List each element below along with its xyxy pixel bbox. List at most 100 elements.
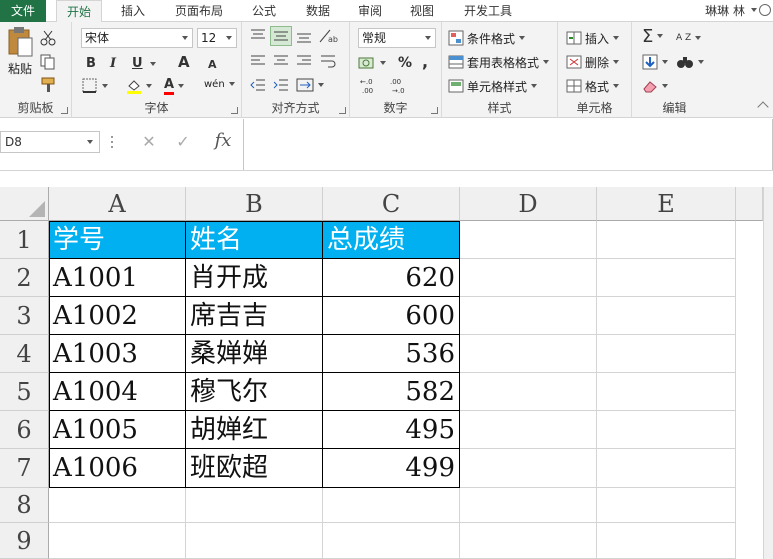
cell-e1[interactable] bbox=[597, 221, 736, 259]
borders-button[interactable] bbox=[82, 76, 108, 96]
accounting-format-button[interactable] bbox=[358, 53, 386, 73]
cell-c1[interactable]: 总成绩 bbox=[323, 221, 460, 259]
feedback-smiley-icon[interactable] bbox=[759, 4, 771, 16]
cell-d9[interactable] bbox=[460, 523, 597, 559]
cell-d2[interactable] bbox=[460, 259, 597, 297]
row-header-8[interactable]: 8 bbox=[0, 488, 49, 523]
cell-e3[interactable] bbox=[597, 297, 736, 335]
font-size-combo[interactable]: 12 bbox=[197, 28, 237, 48]
cell-c3[interactable]: 600 bbox=[323, 297, 460, 335]
cell-b9[interactable] bbox=[186, 523, 323, 559]
cell-e9[interactable] bbox=[597, 523, 736, 559]
cell-e7[interactable] bbox=[597, 449, 736, 488]
column-header-e[interactable]: E bbox=[597, 187, 736, 221]
row-header-2[interactable]: 2 bbox=[0, 259, 49, 297]
row-header-1[interactable]: 1 bbox=[0, 221, 49, 259]
cell-c5[interactable]: 582 bbox=[323, 373, 460, 411]
number-format-combo[interactable]: 常规 bbox=[358, 28, 436, 48]
font-name-combo[interactable]: 宋体 bbox=[81, 28, 193, 48]
column-header-partial[interactable] bbox=[736, 187, 763, 221]
format-as-table-button[interactable]: 套用表格格式 bbox=[448, 52, 550, 72]
underline-caret-icon[interactable] bbox=[150, 62, 156, 66]
tab-data[interactable]: 数据 bbox=[296, 0, 340, 22]
row-header-3[interactable]: 3 bbox=[0, 297, 49, 335]
conditional-formatting-button[interactable]: 条件格式 bbox=[448, 28, 526, 48]
number-launcher-icon[interactable] bbox=[431, 107, 438, 114]
insert-cells-button[interactable]: 插入 bbox=[566, 28, 620, 48]
cell-b8[interactable] bbox=[186, 488, 323, 523]
delete-cells-button[interactable]: 删除 bbox=[566, 52, 620, 72]
decrease-indent-icon[interactable] bbox=[250, 77, 266, 93]
formula-bar-grip-icon[interactable] bbox=[110, 133, 114, 151]
percent-style-button[interactable]: % bbox=[398, 53, 412, 73]
format-painter-button[interactable] bbox=[40, 75, 56, 95]
cell-e5[interactable] bbox=[597, 373, 736, 411]
align-center-icon[interactable] bbox=[273, 53, 289, 69]
cell-a5[interactable]: A1004 bbox=[49, 373, 186, 411]
wrap-text-icon[interactable] bbox=[320, 53, 336, 69]
increase-indent-icon[interactable] bbox=[273, 77, 289, 93]
tab-insert[interactable]: 插入 bbox=[110, 0, 156, 22]
tab-home[interactable]: 开始 bbox=[56, 0, 102, 23]
orientation-icon[interactable]: ab bbox=[318, 28, 340, 44]
cell-e2[interactable] bbox=[597, 259, 736, 297]
user-menu-caret-icon[interactable] bbox=[751, 8, 757, 12]
name-box[interactable]: D8 bbox=[0, 131, 100, 153]
fill-color-button[interactable] bbox=[126, 76, 152, 96]
column-header-d[interactable]: D bbox=[460, 187, 597, 221]
row-header-4[interactable]: 4 bbox=[0, 335, 49, 373]
row-header-7[interactable]: 7 bbox=[0, 449, 49, 488]
cell-a3[interactable]: A1002 bbox=[49, 297, 186, 335]
cell-b1[interactable]: 姓名 bbox=[186, 221, 323, 259]
align-right-icon[interactable] bbox=[296, 53, 312, 69]
paste-button[interactable]: 粘贴 bbox=[4, 26, 36, 84]
alignment-launcher-icon[interactable] bbox=[339, 107, 346, 114]
align-top-icon[interactable] bbox=[250, 28, 266, 44]
copy-button[interactable] bbox=[40, 52, 56, 72]
merge-center-button[interactable] bbox=[296, 75, 324, 95]
cell-d8[interactable] bbox=[460, 488, 597, 523]
cell-c9[interactable] bbox=[323, 523, 460, 559]
align-middle-button[interactable] bbox=[270, 26, 292, 46]
row-header-5[interactable]: 5 bbox=[0, 373, 49, 411]
cell-e6[interactable] bbox=[597, 411, 736, 449]
font-color-button[interactable]: A bbox=[164, 76, 185, 96]
tab-file[interactable]: 文件 bbox=[0, 0, 46, 22]
tab-page-layout[interactable]: 页面布局 bbox=[166, 0, 232, 22]
cell-a8[interactable] bbox=[49, 488, 186, 523]
cell-b3[interactable]: 席吉吉 bbox=[186, 297, 323, 335]
decrease-decimal-icon[interactable]: .00→.0 bbox=[390, 77, 412, 95]
collapse-ribbon-icon[interactable] bbox=[757, 101, 769, 113]
cell-a2[interactable]: A1001 bbox=[49, 259, 186, 297]
cell-a9[interactable] bbox=[49, 523, 186, 559]
formula-input[interactable] bbox=[243, 119, 773, 170]
row-header-9[interactable]: 9 bbox=[0, 523, 49, 559]
tab-view[interactable]: 视图 bbox=[402, 0, 442, 22]
cell-d5[interactable] bbox=[460, 373, 597, 411]
tab-review[interactable]: 审阅 bbox=[350, 0, 390, 22]
cell-a4[interactable]: A1003 bbox=[49, 335, 186, 373]
autosum-button[interactable]: Σ bbox=[642, 26, 664, 47]
bold-button[interactable]: B bbox=[86, 53, 96, 73]
font-launcher-icon[interactable] bbox=[231, 107, 238, 114]
tab-formulas[interactable]: 公式 bbox=[244, 0, 284, 22]
cell-e4[interactable] bbox=[597, 335, 736, 373]
column-header-a[interactable]: A bbox=[49, 187, 186, 221]
cell-b5[interactable]: 穆飞尔 bbox=[186, 373, 323, 411]
cell-c8[interactable] bbox=[323, 488, 460, 523]
cut-button[interactable] bbox=[40, 28, 56, 48]
shrink-font-button[interactable]: A bbox=[208, 54, 217, 74]
user-name[interactable]: 琳琳 林 bbox=[705, 0, 745, 22]
sort-filter-button[interactable]: A Z bbox=[676, 28, 702, 48]
cell-e8[interactable] bbox=[597, 488, 736, 523]
comma-style-button[interactable]: , bbox=[422, 51, 428, 71]
vertical-scrollbar[interactable] bbox=[763, 187, 773, 559]
increase-decimal-icon[interactable]: ←.0.00 bbox=[360, 77, 382, 95]
column-header-b[interactable]: B bbox=[186, 187, 323, 221]
cell-d6[interactable] bbox=[460, 411, 597, 449]
cell-d7[interactable] bbox=[460, 449, 597, 488]
cell-d1[interactable] bbox=[460, 221, 597, 259]
cell-c6[interactable]: 495 bbox=[323, 411, 460, 449]
italic-button[interactable]: I bbox=[110, 53, 116, 73]
cell-a7[interactable]: A1006 bbox=[49, 449, 186, 488]
